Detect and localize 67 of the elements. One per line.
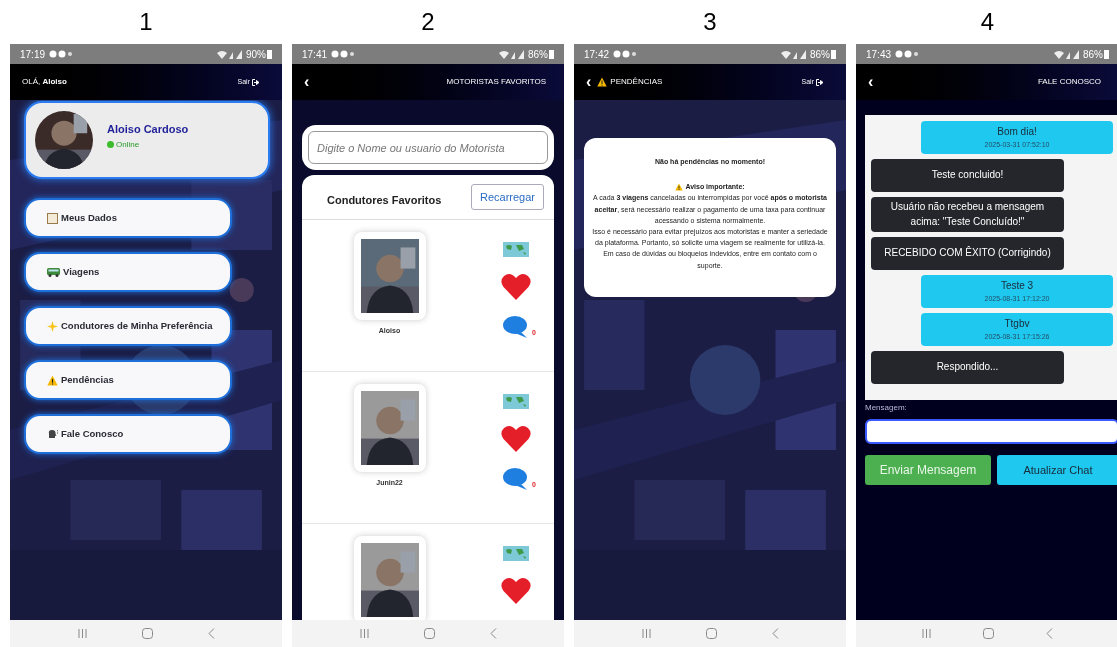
warning-icon bbox=[675, 182, 684, 191]
search-field[interactable]: Digite o Nome ou usuario do Motorista bbox=[308, 131, 548, 164]
battery-icon bbox=[549, 49, 554, 59]
signal-icon bbox=[781, 49, 807, 59]
status-time: 17:43 bbox=[866, 47, 892, 62]
driver-photo-card[interactable] bbox=[353, 232, 426, 320]
status-time: 17:42 bbox=[584, 47, 610, 62]
driver-photo-card[interactable] bbox=[353, 384, 426, 472]
screen-number: 2 bbox=[421, 7, 435, 37]
logout-icon bbox=[252, 78, 260, 86]
message-text: Bom dia! bbox=[997, 125, 1037, 139]
battery-icon bbox=[1104, 49, 1109, 59]
back-button[interactable]: ‹ bbox=[586, 74, 592, 90]
notification-icons bbox=[331, 50, 356, 58]
warning-icon bbox=[597, 77, 608, 87]
battery-icon bbox=[267, 49, 272, 59]
message-text: Teste concluido! bbox=[931, 168, 1004, 183]
message-text: RECEBIDO COM ÊXITO (Corrigindo) bbox=[884, 246, 1051, 261]
notification-icons bbox=[895, 50, 920, 58]
recent-apps-icon[interactable] bbox=[359, 629, 369, 638]
page-title: PENDÊNCIAS bbox=[610, 76, 663, 88]
reload-button[interactable]: Recarregar bbox=[470, 184, 544, 210]
page-title: MOTORISTAS FAVORITOS bbox=[445, 76, 547, 88]
message-text: Usuário não recebeu a mensagem acima: "Teste Concluído!" bbox=[889, 200, 1046, 229]
recent-apps-icon[interactable] bbox=[922, 629, 931, 638]
page-title: FALE CONOSCO bbox=[1036, 76, 1102, 88]
refresh-button[interactable]: Atualizar Chat bbox=[997, 455, 1117, 485]
map-icon[interactable] bbox=[502, 394, 529, 409]
map-icon[interactable] bbox=[502, 546, 529, 561]
notification-icons bbox=[613, 50, 638, 58]
message-field[interactable] bbox=[865, 419, 1117, 444]
logout-icon bbox=[816, 78, 824, 86]
chat-bubble-icon[interactable] bbox=[503, 468, 530, 490]
chat-bubble-icon[interactable] bbox=[503, 316, 530, 338]
home-icon[interactable] bbox=[141, 628, 153, 639]
message-text: Teste 3 bbox=[1000, 279, 1034, 293]
battery-icon bbox=[831, 49, 836, 59]
heart-icon[interactable] bbox=[500, 577, 531, 604]
home-icon[interactable] bbox=[423, 628, 435, 639]
message-text: Respondido... bbox=[936, 360, 999, 375]
battery-level: 90% bbox=[246, 47, 266, 62]
home-icon[interactable] bbox=[983, 628, 994, 639]
screen-number: 4 bbox=[980, 7, 995, 37]
status-time: 17:41 bbox=[302, 47, 328, 62]
map-icon[interactable] bbox=[502, 242, 529, 257]
recent-apps-icon[interactable] bbox=[77, 629, 87, 638]
signal-icon bbox=[499, 49, 525, 59]
home-icon[interactable] bbox=[705, 628, 717, 639]
screen-number: 3 bbox=[703, 7, 717, 37]
back-button[interactable]: ‹ bbox=[304, 74, 310, 90]
heart-icon[interactable] bbox=[500, 425, 531, 452]
back-button[interactable]: ‹ bbox=[868, 74, 874, 90]
battery-level: 86% bbox=[810, 47, 830, 62]
notification-icons bbox=[49, 50, 74, 58]
recent-apps-icon[interactable] bbox=[641, 629, 651, 638]
driver-photo-card[interactable] bbox=[353, 536, 426, 620]
greeting-text: OLÁ, Aloiso bbox=[22, 76, 67, 88]
screen-number: 1 bbox=[139, 7, 153, 37]
battery-level: 86% bbox=[528, 47, 548, 62]
message-label: Mensagem: bbox=[865, 402, 908, 414]
signal-icon bbox=[217, 49, 243, 59]
signal-icon bbox=[1054, 49, 1080, 59]
battery-level: 86% bbox=[1083, 47, 1103, 62]
list-title: Condutores Favoritos bbox=[327, 192, 443, 208]
heart-icon[interactable] bbox=[500, 273, 531, 300]
message-text: Ttgbv bbox=[1004, 317, 1030, 331]
status-time: 17:19 bbox=[20, 47, 46, 62]
